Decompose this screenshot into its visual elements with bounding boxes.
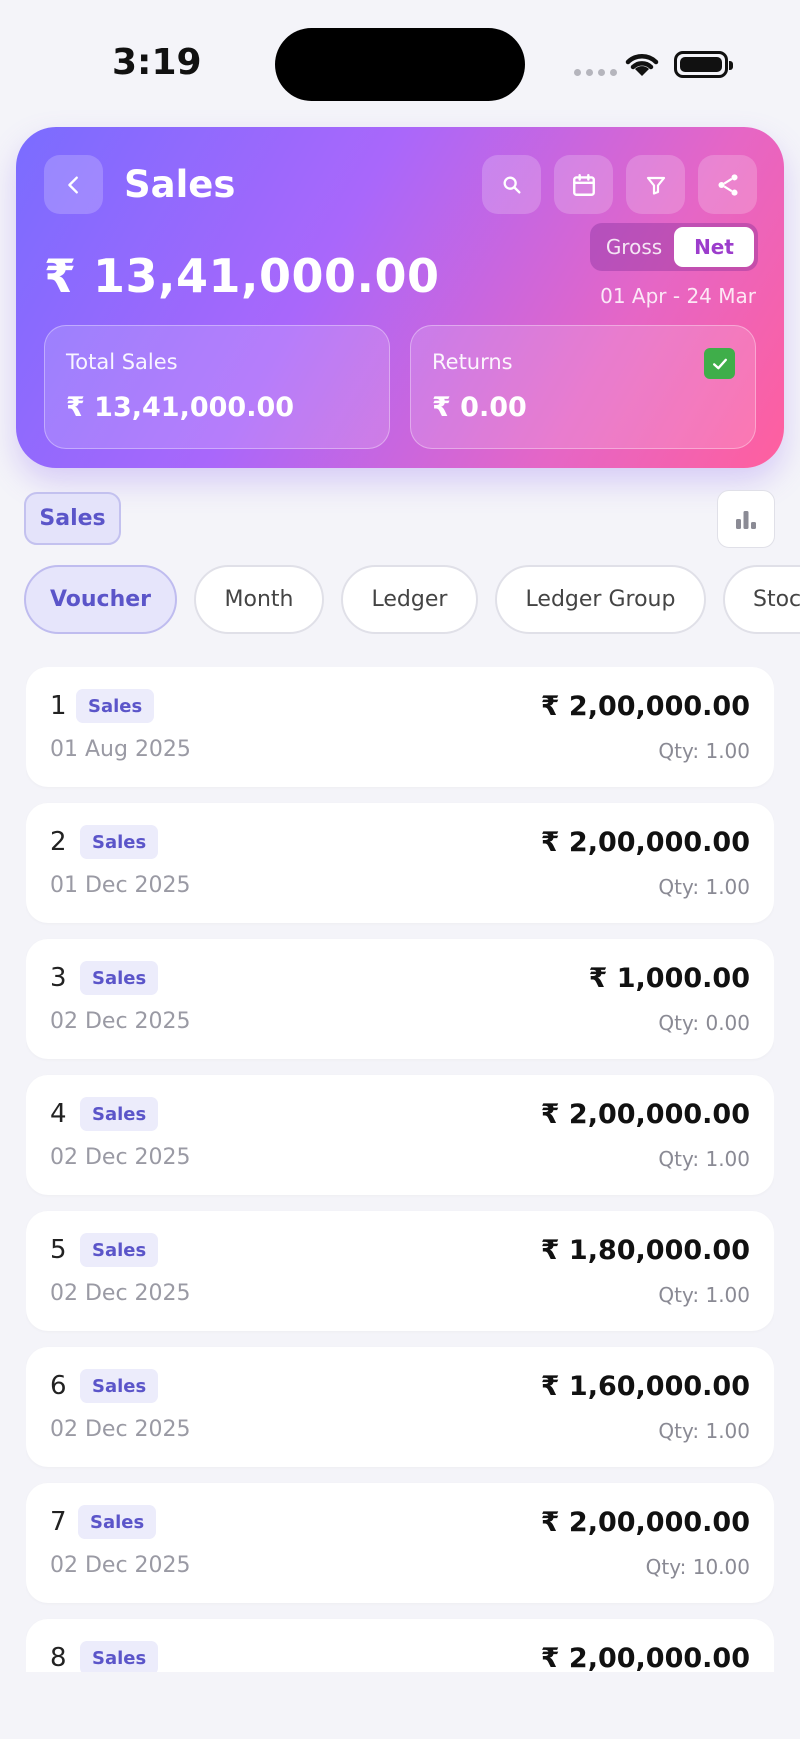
voucher-date: 01 Dec 2025 [50,873,191,898]
list-item[interactable]: 3 Sales 02 Dec 2025 ₹ 1,000.00 Qty: 0.00 [26,939,774,1059]
total-amount: ₹ 13,41,000.00 [44,249,440,303]
share-icon [717,173,738,196]
list-item[interactable]: 7 Sales 02 Dec 2025 ₹ 2,00,000.00 Qty: 1… [26,1483,774,1603]
list-item[interactable]: 1 Sales 01 Aug 2025 ₹ 2,00,000.00 Qty: 1… [26,667,774,787]
voucher-qty: Qty: 10.00 [645,1555,750,1579]
voucher-type-badge: Sales [78,1505,157,1539]
tab-month[interactable]: Month [194,565,324,634]
voucher-amount: ₹ 1,80,000.00 [540,1235,750,1266]
back-icon [67,175,78,194]
filter-button[interactable] [626,155,685,214]
voucher-qty: Qty: 1.00 [658,739,750,763]
group-by-tabs: Voucher Month Ledger Ledger Group Stoc [24,565,800,635]
sales-header: Sales ₹ 13,41,000.00 Gross Net 01 Apr - … [16,127,784,468]
tab-stock[interactable]: Stoc [723,565,800,634]
voucher-amount: ₹ 2,00,000.00 [540,691,750,722]
list-item[interactable]: 2 Sales 01 Dec 2025 ₹ 2,00,000.00 Qty: 1… [26,803,774,923]
voucher-type-badge: Sales [80,825,159,859]
voucher-amount: ₹ 1,60,000.00 [540,1371,750,1402]
voucher-qty: Qty: 0.00 [658,1011,750,1035]
voucher-qty: Qty: 1.00 [658,1147,750,1171]
status-time: 3:19 [112,42,202,83]
returns-label: Returns [432,350,513,374]
back-button[interactable] [44,155,103,214]
sales-filter-chip[interactable]: Sales [24,492,121,545]
voucher-qty: Qty: 1.00 [658,875,750,899]
voucher-amount: ₹ 2,00,000.00 [540,1507,750,1538]
page-title: Sales [124,163,236,206]
signal-icon [574,69,617,76]
voucher-date: 02 Dec 2025 [50,1417,191,1442]
returns-card: Returns ₹ 0.00 [410,325,756,449]
list-item[interactable]: 6 Sales 02 Dec 2025 ₹ 1,60,000.00 Qty: 1… [26,1347,774,1467]
battery-icon [674,51,733,78]
voucher-number: 7 [50,1507,67,1537]
total-sales-label: Total Sales [66,350,178,374]
total-sales-value: ₹ 13,41,000.00 [66,392,295,423]
voucher-date: 02 Dec 2025 [50,1009,191,1034]
status-bar: 3:19 [0,0,800,110]
voucher-number: 6 [50,1371,67,1401]
tab-ledger-group[interactable]: Ledger Group [495,565,706,634]
dynamic-island [275,28,525,101]
voucher-type-badge: Sales [80,1641,159,1672]
tab-ledger[interactable]: Ledger [341,565,478,634]
voucher-number: 1 [50,691,67,721]
voucher-amount: ₹ 2,00,000.00 [540,1643,750,1672]
voucher-date: 02 Dec 2025 [50,1281,191,1306]
search-button[interactable] [482,155,541,214]
voucher-amount: ₹ 2,00,000.00 [540,827,750,858]
search-icon [503,176,521,194]
voucher-amount: ₹ 1,000.00 [588,963,750,994]
returns-value: ₹ 0.00 [432,392,527,423]
voucher-number: 8 [50,1643,67,1672]
date-range[interactable]: 01 Apr - 24 Mar [600,284,756,308]
voucher-number: 3 [50,963,67,993]
voucher-qty: Qty: 1.00 [658,1283,750,1307]
voucher-number: 2 [50,827,67,857]
filter-icon [646,176,665,195]
voucher-date: 02 Dec 2025 [50,1553,191,1578]
calendar-button[interactable] [554,155,613,214]
list-item[interactable]: 8 Sales ₹ 2,00,000.00 [26,1619,774,1672]
wifi-icon [625,54,659,76]
voucher-date: 01 Aug 2025 [50,737,191,762]
share-button[interactable] [698,155,757,214]
voucher-type-badge: Sales [80,1369,159,1403]
tab-voucher[interactable]: Voucher [24,565,177,634]
voucher-qty: Qty: 1.00 [658,1419,750,1443]
voucher-amount: ₹ 2,00,000.00 [540,1099,750,1130]
voucher-list: 1 Sales 01 Aug 2025 ₹ 2,00,000.00 Qty: 1… [26,667,774,1672]
check-icon [712,358,727,369]
bar-chart-icon [736,511,756,529]
total-sales-card: Total Sales ₹ 13,41,000.00 [44,325,390,449]
gross-net-toggle[interactable]: Gross Net [590,223,758,271]
calendar-icon [572,173,595,196]
voucher-number: 5 [50,1235,67,1265]
list-item[interactable]: 5 Sales 02 Dec 2025 ₹ 1,80,000.00 Qty: 1… [26,1211,774,1331]
voucher-type-badge: Sales [80,961,159,995]
returns-checkbox[interactable] [704,348,735,379]
voucher-type-badge: Sales [76,689,155,723]
net-option[interactable]: Net [674,227,754,267]
voucher-type-badge: Sales [80,1233,159,1267]
gross-option[interactable]: Gross [594,227,674,267]
chart-view-button[interactable] [717,490,775,548]
voucher-type-badge: Sales [80,1097,159,1131]
voucher-date: 02 Dec 2025 [50,1145,191,1170]
voucher-number: 4 [50,1099,67,1129]
list-item[interactable]: 4 Sales 02 Dec 2025 ₹ 2,00,000.00 Qty: 1… [26,1075,774,1195]
